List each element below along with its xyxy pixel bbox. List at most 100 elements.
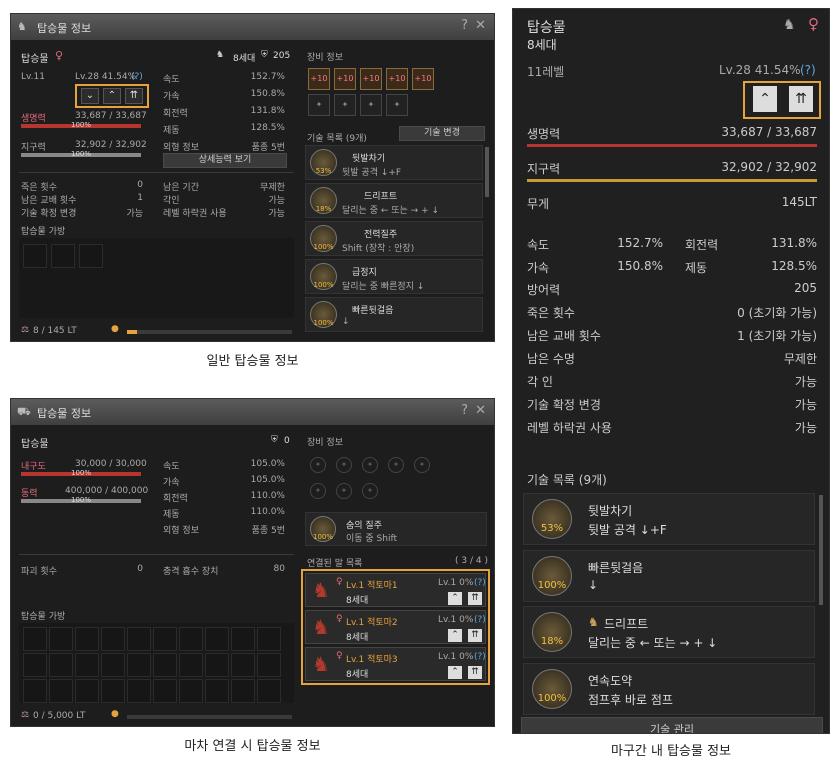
level-up-button[interactable]: ⌃: [448, 592, 462, 605]
bag-slot[interactable]: [205, 679, 229, 703]
equip-slot-empty[interactable]: ✦: [310, 457, 326, 473]
level-up-double-button[interactable]: ⇈: [125, 88, 143, 104]
bag-slot[interactable]: [101, 653, 125, 677]
stat-value: 131.8%: [250, 106, 285, 116]
close-icon[interactable]: ✕: [475, 18, 486, 33]
mount-label: 탑승물: [21, 54, 49, 65]
bag-slot[interactable]: [79, 244, 103, 268]
level-help-icon[interactable]: (?): [800, 63, 816, 77]
linked-horse-item[interactable]: ♞ ♀ Lv.1 적토마3 8세대 Lv.1 0% (?) ⌃ ⇈: [305, 647, 486, 681]
level-help-icon[interactable]: (?): [474, 615, 486, 625]
bag-slot[interactable]: [257, 627, 281, 651]
bag-slot[interactable]: [51, 244, 75, 268]
bag-slot[interactable]: [49, 679, 73, 703]
bag-slot[interactable]: [23, 653, 47, 677]
bag-slot[interactable]: [179, 679, 203, 703]
bag-slot[interactable]: [231, 627, 255, 651]
skill-item[interactable]: 18% 드리프트 달리는 중 ← 또는 → + ↓: [305, 183, 483, 218]
bag-slot[interactable]: [127, 653, 151, 677]
skill-item[interactable]: 100% 급정지 달리는 중 빠른정지 ↓: [305, 259, 483, 294]
level-up-double-button[interactable]: ⇈: [468, 666, 482, 679]
skill-scrollbar[interactable]: [485, 147, 489, 197]
linked-horse-item[interactable]: ♞ ♀ Lv.1 적토마2 8세대 Lv.1 0% (?) ⌃ ⇈: [305, 610, 486, 644]
skill-item[interactable]: 100% 전력질주 Shift (장착 : 안장): [305, 221, 483, 256]
level-up-double-button[interactable]: ⇈: [789, 86, 813, 112]
level-down-button[interactable]: ⌄: [81, 88, 99, 104]
info-label: 각 인: [527, 375, 553, 389]
equip-slot-empty[interactable]: ✦: [336, 457, 352, 473]
stat-label: 가속: [163, 478, 180, 488]
bag-slot[interactable]: [75, 627, 99, 651]
level-up-double-button[interactable]: ⇈: [468, 592, 482, 605]
equip-slot-empty[interactable]: ✦: [310, 483, 326, 499]
equip-slot-empty[interactable]: ✦: [386, 94, 408, 116]
stamina-value: 32,902 / 32,902: [75, 140, 147, 150]
bag-slot[interactable]: [153, 679, 177, 703]
skill-item[interactable]: 53% 뒷발차기 뒷발 공격 ↓+F: [523, 493, 815, 545]
bag-slot[interactable]: [257, 679, 281, 703]
wagon-icon: ⛟: [17, 405, 31, 418]
skill-item[interactable]: 100% 연속도약 점프후 바로 점프: [523, 663, 815, 715]
bag-slot[interactable]: [23, 627, 47, 651]
equip-slot-empty[interactable]: ✦: [388, 457, 404, 473]
help-icon[interactable]: ?: [461, 18, 468, 33]
equip-slot-empty[interactable]: ✦: [362, 483, 378, 499]
equip-slot[interactable]: +10: [386, 68, 408, 90]
skill-scrollbar[interactable]: [819, 495, 823, 605]
bag-slot[interactable]: [49, 627, 73, 651]
level-help-icon[interactable]: (?): [131, 72, 143, 82]
bag-slot[interactable]: [49, 653, 73, 677]
bag-slot[interactable]: [75, 653, 99, 677]
equip-slot[interactable]: +10: [360, 68, 382, 90]
equip-slot[interactable]: +10: [308, 68, 330, 90]
level-up-button[interactable]: ⌃: [103, 88, 121, 104]
skill-item[interactable]: 100% 빠른뒷걸음 ↓: [305, 297, 483, 332]
equip-slot-empty[interactable]: ✦: [336, 483, 352, 499]
skill-item[interactable]: 18% ♞ 드리프트 달리는 중 ← 또는 → + ↓: [523, 606, 815, 658]
weight-value: 0 / 5,000 LT: [33, 711, 86, 721]
level-up-button[interactable]: ⌃: [448, 666, 462, 679]
bag-slot[interactable]: [23, 679, 47, 703]
bag-slot[interactable]: [153, 627, 177, 651]
equip-slot[interactable]: +10: [334, 68, 356, 90]
bag-slot[interactable]: [205, 653, 229, 677]
equip-slot-empty[interactable]: ✦: [362, 457, 378, 473]
bag-slot[interactable]: [127, 627, 151, 651]
equip-slot[interactable]: +10: [412, 68, 434, 90]
title-bar: ♞ 탑승물 정보 ? ✕: [11, 14, 494, 40]
bag-slot[interactable]: [205, 627, 229, 651]
equip-slot-empty[interactable]: ✦: [414, 457, 430, 473]
bag-slot[interactable]: [231, 679, 255, 703]
level-up-button[interactable]: ⌃: [448, 629, 462, 642]
linked-horse-item[interactable]: ♞ ♀ Lv.1 적토마1 8세대 Lv.1 0% (?) ⌃ ⇈: [305, 573, 486, 607]
equip-slot-empty[interactable]: ✦: [308, 94, 330, 116]
equip-slot-empty[interactable]: ✦: [334, 94, 356, 116]
equip-slot-empty[interactable]: ✦: [360, 94, 382, 116]
bag-slot[interactable]: [153, 653, 177, 677]
bag-slot[interactable]: [231, 653, 255, 677]
bag-slot[interactable]: [75, 679, 99, 703]
skill-change-button[interactable]: 기술 변경: [399, 126, 485, 141]
info-value: 1 (초기화 가능): [737, 329, 817, 343]
help-icon[interactable]: ?: [461, 403, 468, 418]
skill-item[interactable]: 100% 숨의 질주 이동 중 Shift: [305, 512, 487, 546]
bag-slot[interactable]: [179, 627, 203, 651]
detail-stats-button[interactable]: 상세능력 보기: [163, 153, 287, 168]
skill-item[interactable]: 53% 뒷발차기 뒷발 공격 ↓+F: [305, 145, 483, 180]
horse-gen: 8세대: [346, 633, 369, 643]
level-up-button[interactable]: ⌃: [753, 86, 777, 112]
stat-label: 가속: [527, 261, 550, 275]
bag-slot[interactable]: [257, 653, 281, 677]
skill-manage-button[interactable]: 기술 관리: [521, 717, 823, 733]
bag-slot[interactable]: [179, 653, 203, 677]
hp-label: 생명력: [21, 114, 46, 124]
bag-slot[interactable]: [101, 627, 125, 651]
skill-item[interactable]: 100% 빠른뒷걸음 ↓: [523, 550, 815, 602]
bag-slot[interactable]: [101, 679, 125, 703]
close-icon[interactable]: ✕: [475, 403, 486, 418]
level-help-icon[interactable]: (?): [474, 578, 486, 588]
level-help-icon[interactable]: (?): [474, 652, 486, 662]
level-up-double-button[interactable]: ⇈: [468, 629, 482, 642]
bag-slot[interactable]: [23, 244, 47, 268]
bag-slot[interactable]: [127, 679, 151, 703]
